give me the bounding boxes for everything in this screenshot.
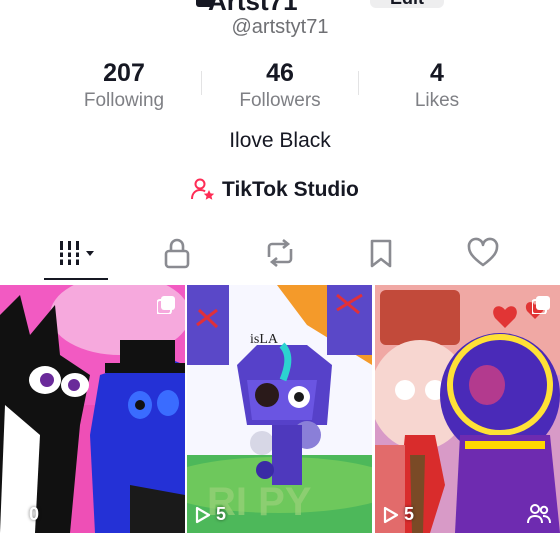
favorites-tab[interactable] — [351, 233, 411, 273]
lock-icon — [164, 238, 190, 269]
video-thumbnail[interactable]: isLA RI PY 5 — [187, 285, 372, 533]
liked-tab[interactable] — [453, 233, 513, 273]
profile-header: Artst71 Edit — [0, 0, 560, 16]
video-grid: 0 isLA RI PY 5 5 — [0, 285, 560, 533]
view-count: 5 — [383, 504, 414, 525]
video-thumbnail[interactable]: 5 — [375, 285, 560, 533]
multi-image-icon — [532, 296, 550, 314]
studio-label: TikTok Studio — [222, 178, 359, 201]
likes-label: Likes — [414, 90, 460, 111]
person-star-icon — [191, 178, 215, 200]
play-icon — [8, 506, 24, 523]
video-thumbnail[interactable]: 0 — [0, 285, 185, 533]
grid-bars-icon — [60, 241, 94, 265]
bookmark-icon — [370, 239, 392, 268]
profile-bio: Ilove Black — [229, 129, 331, 152]
stats-row: 207 Following 46 Followers 4 Likes — [0, 58, 560, 118]
edit-profile-button[interactable]: Edit — [370, 0, 444, 8]
followers-count: 46 — [266, 59, 294, 87]
profile-tabs — [0, 233, 560, 281]
svg-text:isLA: isLA — [250, 332, 279, 347]
reposts-tab[interactable] — [250, 233, 310, 273]
videos-tab[interactable] — [50, 233, 110, 273]
following-count: 207 — [103, 59, 145, 87]
likes-count: 4 — [430, 59, 444, 87]
view-count: 5 — [195, 504, 226, 525]
people-icon — [527, 504, 551, 524]
thumbnail-artwork — [0, 285, 185, 533]
tiktok-studio-link[interactable]: TikTok Studio — [190, 176, 359, 204]
active-tab-indicator — [44, 278, 108, 280]
view-count-value: 5 — [404, 504, 415, 524]
thumbnail-artwork: isLA RI PY — [187, 285, 372, 533]
profile-title: Artst71 — [208, 0, 298, 16]
private-tab[interactable] — [147, 233, 207, 273]
following-label: Following — [83, 90, 165, 111]
view-count: 0 — [8, 504, 39, 525]
multi-image-icon — [157, 296, 175, 314]
heart-icon — [467, 237, 499, 267]
view-count-value: 5 — [216, 504, 227, 524]
username: @artstyt71 — [231, 16, 329, 38]
play-icon — [383, 506, 399, 523]
stat-likes[interactable]: 4 Likes — [357, 58, 517, 113]
repost-icon — [267, 238, 293, 268]
view-count-value: 0 — [29, 504, 40, 524]
stat-followers[interactable]: 46 Followers — [200, 58, 360, 113]
play-icon — [195, 506, 211, 523]
stat-following[interactable]: 207 Following — [44, 58, 204, 113]
thumbnail-artwork — [375, 285, 560, 533]
followers-label: Followers — [239, 90, 321, 111]
